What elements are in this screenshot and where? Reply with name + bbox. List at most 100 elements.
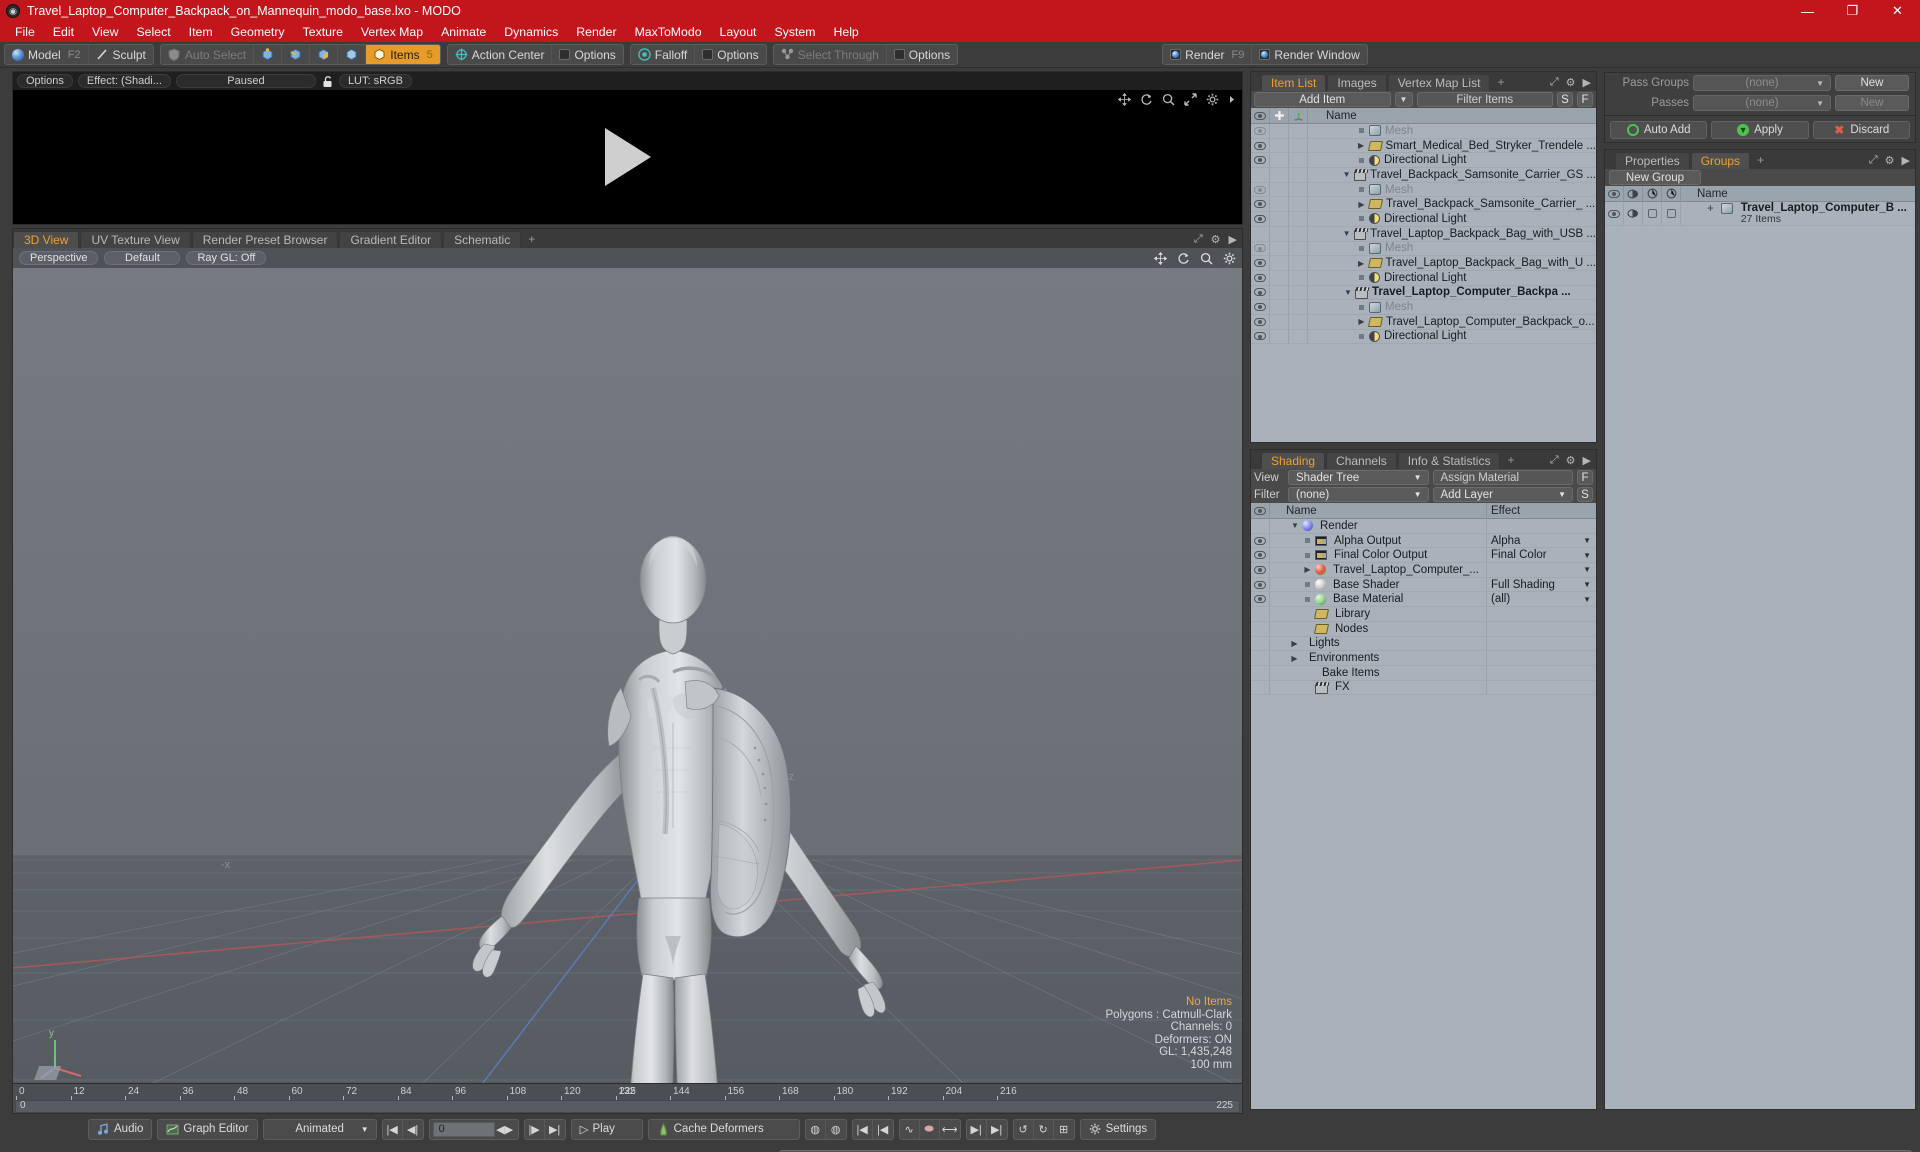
- current-frame-input[interactable]: 0: [432, 1121, 495, 1137]
- pan-icon[interactable]: [1118, 93, 1131, 106]
- visibility-toggle[interactable]: [1251, 665, 1270, 680]
- transform-cell[interactable]: [1289, 197, 1308, 212]
- zoom-icon[interactable]: [1162, 93, 1175, 106]
- shading-f-button[interactable]: F: [1577, 470, 1593, 485]
- item-list-s-button[interactable]: S: [1557, 92, 1573, 107]
- visibility-toggle[interactable]: [1251, 197, 1270, 212]
- transform-cell[interactable]: [1289, 182, 1308, 197]
- visibility-toggle[interactable]: [1251, 548, 1270, 563]
- item-list-row[interactable]: ▼ Travel_Laptop_Computer_Backpa ...: [1251, 285, 1596, 301]
- viewport-tab-3d-view[interactable]: 3D View: [13, 231, 80, 248]
- transform-cell[interactable]: [1289, 153, 1308, 168]
- settings-button[interactable]: Settings: [1079, 1118, 1157, 1140]
- item-list-tab-images[interactable]: Images: [1327, 74, 1387, 91]
- model-mode-button[interactable]: Model F2: [5, 45, 89, 64]
- transform-cell[interactable]: [1289, 226, 1308, 241]
- transform-cell[interactable]: [1289, 138, 1308, 153]
- graph-editor-button[interactable]: Graph Editor: [157, 1118, 258, 1140]
- menu-item-vertex-map[interactable]: Vertex Map: [352, 22, 432, 42]
- visibility-toggle[interactable]: [1251, 621, 1270, 636]
- visibility-toggle[interactable]: [1251, 168, 1270, 182]
- visibility-toggle[interactable]: [1251, 607, 1270, 621]
- render-toggle-cell[interactable]: [1643, 202, 1662, 225]
- snap-icon[interactable]: ⊞: [1054, 1120, 1074, 1139]
- shading-row[interactable]: Library: [1251, 607, 1596, 622]
- edge-select-button[interactable]: [282, 45, 311, 64]
- apply-button[interactable]: ▼ Apply: [1711, 121, 1809, 139]
- pass-groups-new-button[interactable]: New: [1835, 75, 1909, 91]
- first-key-icon[interactable]: |◀: [873, 1120, 893, 1139]
- select-through-options-button[interactable]: Options: [887, 45, 957, 64]
- twisty-down-icon[interactable]: ▼: [1343, 229, 1351, 238]
- menu-item-edit[interactable]: Edit: [44, 22, 83, 42]
- shading-effect-cell[interactable]: [1486, 636, 1596, 651]
- item-list-tab-item-list[interactable]: Item List: [1261, 74, 1327, 91]
- item-list-row[interactable]: Directional Light: [1251, 329, 1596, 345]
- viewport-tab-uv-texture-view[interactable]: UV Texture View: [80, 231, 191, 248]
- key-alt-icon[interactable]: ◍: [826, 1120, 846, 1139]
- item-list-row[interactable]: Directional Light: [1251, 270, 1596, 286]
- arrow-right-icon[interactable]: ▶: [1229, 233, 1237, 246]
- item-list-row[interactable]: ▶ Travel_Laptop_Backpack_Bag_with_U ...: [1251, 256, 1596, 271]
- visibility-toggle[interactable]: [1251, 241, 1270, 256]
- menu-item-dynamics[interactable]: Dynamics: [495, 22, 567, 42]
- range-icon[interactable]: ⟷: [940, 1120, 960, 1139]
- visibility-toggle[interactable]: [1251, 592, 1270, 607]
- curve-icon[interactable]: ∿: [900, 1119, 920, 1139]
- arrow-right-icon[interactable]: ▶: [1583, 454, 1591, 467]
- shading-tab-channels[interactable]: Channels: [1326, 452, 1397, 469]
- groups-tab--[interactable]: +: [1751, 152, 1770, 169]
- render-options-button[interactable]: Options: [17, 74, 73, 88]
- twisty-right-icon[interactable]: ▶: [1358, 317, 1365, 326]
- chevron-down-icon[interactable]: ▼: [1583, 565, 1591, 574]
- twisty-right-icon[interactable]: ▶: [1358, 259, 1365, 268]
- item-list-tab-vertex-map-list[interactable]: Vertex Map List: [1387, 74, 1491, 91]
- minimize-button[interactable]: —: [1785, 0, 1830, 22]
- last-key-icon[interactable]: ▶|: [987, 1120, 1007, 1139]
- lock-cell[interactable]: [1270, 226, 1289, 241]
- play-button[interactable]: ▷ Play: [570, 1118, 643, 1140]
- lock-cell[interactable]: [1270, 153, 1289, 168]
- close-button[interactable]: ✕: [1875, 0, 1920, 22]
- groups-tree[interactable]: + Travel_Laptop_Computer_B ... 27 Items: [1605, 202, 1915, 1109]
- action-center-button[interactable]: Action Center: [448, 45, 553, 64]
- menu-item-texture[interactable]: Texture: [294, 22, 352, 42]
- twisty-down-icon[interactable]: ▼: [1343, 170, 1351, 179]
- shading-tab-shading[interactable]: Shading: [1261, 452, 1326, 469]
- lock-cell[interactable]: [1270, 270, 1289, 285]
- twisty-right-icon[interactable]: ▶: [1291, 639, 1298, 648]
- shading-s-button[interactable]: S: [1577, 487, 1593, 502]
- pan-icon[interactable]: [1154, 251, 1167, 265]
- item-list-row[interactable]: ▶ Smart_Medical_Bed_Stryker_Trendele ...: [1251, 138, 1596, 154]
- auto-add-button[interactable]: Auto Add: [1610, 121, 1708, 139]
- shading-row[interactable]: ▼ Render: [1251, 519, 1596, 534]
- shading-effect-cell[interactable]: [1486, 651, 1596, 665]
- sculpt-mode-button[interactable]: Sculpt: [89, 45, 153, 64]
- polygon-select-button[interactable]: [310, 45, 339, 64]
- render-lut-selector[interactable]: LUT: sRGB: [338, 74, 412, 88]
- visibility-toggle[interactable]: [1251, 138, 1270, 153]
- visibility-toggle[interactable]: [1251, 182, 1270, 197]
- viewport-tab-gradient-editor[interactable]: Gradient Editor: [339, 231, 443, 248]
- fit-icon[interactable]: [1184, 93, 1197, 106]
- visibility-toggle[interactable]: [1251, 577, 1270, 592]
- shading-filter-selector[interactable]: (none) ▼: [1288, 487, 1429, 502]
- visibility-toggle[interactable]: [1251, 329, 1270, 344]
- item-list-row[interactable]: Mesh: [1251, 300, 1596, 315]
- transform-cell[interactable]: [1289, 300, 1308, 314]
- timeline-panel[interactable]: 0 12 24 36 48 60 72 84 96 108 120 132 144 156 168 180 19…: [12, 1084, 1243, 1114]
- item-list-row[interactable]: Directional Light: [1251, 212, 1596, 227]
- menu-item-render[interactable]: Render: [567, 22, 625, 42]
- lock-cell[interactable]: [1270, 241, 1289, 256]
- gear-icon[interactable]: ⚙: [1566, 76, 1576, 89]
- shading-effect-cell[interactable]: (all) ▼: [1486, 592, 1596, 607]
- menu-item-maxtomodo[interactable]: MaxToModo: [626, 22, 711, 42]
- visibility-toggle[interactable]: [1251, 285, 1270, 300]
- shading-tab--[interactable]: +: [1501, 452, 1520, 469]
- chevron-down-icon[interactable]: ▼: [1583, 536, 1591, 545]
- key-icon[interactable]: ◍: [806, 1119, 826, 1139]
- item-list-row[interactable]: Mesh: [1251, 124, 1596, 139]
- menu-item-file[interactable]: File: [6, 22, 44, 42]
- item-list-row[interactable]: Mesh: [1251, 182, 1596, 198]
- render-status-button[interactable]: Paused: [175, 74, 316, 88]
